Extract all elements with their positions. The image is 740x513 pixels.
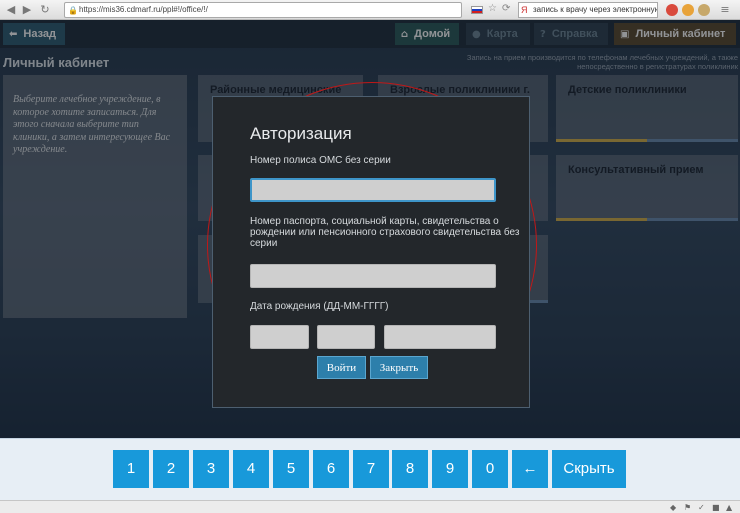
language-flag-icon xyxy=(471,6,483,14)
status-icon: ◆ xyxy=(670,503,677,512)
keypad-key[interactable]: 3 xyxy=(193,450,229,488)
keypad-key[interactable]: 5 xyxy=(273,450,309,488)
birth-date-label: Дата рождения (ДД-ММ-ГГГГ) xyxy=(250,301,389,312)
keypad-key[interactable]: 7 xyxy=(353,450,389,488)
keypad-key[interactable]: 2 xyxy=(153,450,189,488)
bookmark-star-icon[interactable]: ☆ xyxy=(488,3,497,14)
passport-label: Номер паспорта, социальной карты, свидет… xyxy=(250,216,520,249)
browser-toolbar: ◀ ▶ ↻ 🔒 https://mis36.cdmarf.ru/ppl#!/of… xyxy=(0,0,740,20)
status-icon: ▲ xyxy=(726,503,733,512)
url-text: https://mis36.cdmarf.ru/ppl#!/office/!/ xyxy=(79,5,208,14)
refresh-icon[interactable]: ⟳ xyxy=(502,3,510,14)
extension-icon[interactable] xyxy=(698,4,710,16)
keypad-key[interactable]: 1 xyxy=(113,450,149,488)
extension-icon[interactable] xyxy=(682,4,694,16)
keypad-key[interactable]: 4 xyxy=(233,450,269,488)
menu-icon[interactable]: ≡ xyxy=(718,3,732,17)
hide-keypad-key[interactable]: Скрыть xyxy=(552,450,626,488)
extension-icon[interactable] xyxy=(666,4,678,16)
keypad-key[interactable]: 8 xyxy=(392,450,428,488)
browser-statusbar: ◆ ⚑ ✓ ■ ▲ xyxy=(0,500,740,513)
backspace-key[interactable]: ← xyxy=(512,450,548,488)
close-button[interactable]: Закрыть xyxy=(370,356,428,379)
dialog-title: Авторизация xyxy=(250,124,352,143)
birth-day-input[interactable] xyxy=(250,325,309,349)
oms-policy-input[interactable] xyxy=(250,178,496,202)
auth-dialog: Авторизация Номер полиса ОМС без серии Н… xyxy=(212,96,530,408)
back-arrow-icon[interactable]: ◀ xyxy=(4,3,18,17)
status-icon: ■ xyxy=(712,503,720,512)
birth-month-input[interactable] xyxy=(317,325,375,349)
forward-arrow-icon[interactable]: ▶ xyxy=(20,3,34,17)
address-bar[interactable]: 🔒 https://mis36.cdmarf.ru/ppl#!/office/!… xyxy=(64,2,462,18)
status-icon: ⚑ xyxy=(684,503,692,512)
search-engine-icon: Я xyxy=(521,5,528,15)
oms-label: Номер полиса ОМС без серии xyxy=(250,155,391,166)
lock-icon: 🔒 xyxy=(68,6,78,15)
login-button[interactable]: Войти xyxy=(317,356,366,379)
keypad-key[interactable]: 6 xyxy=(313,450,349,488)
search-text: запись к врачу через электронную xyxy=(533,5,658,14)
reload-icon[interactable]: ↻ xyxy=(38,3,52,17)
birth-year-input[interactable] xyxy=(384,325,496,349)
search-input[interactable]: Я запись к врачу через электронную xyxy=(518,2,658,18)
keypad-key[interactable]: 0 xyxy=(472,450,508,488)
document-number-input[interactable] xyxy=(250,264,496,288)
status-icon: ✓ xyxy=(698,503,705,512)
keypad-key[interactable]: 9 xyxy=(432,450,468,488)
